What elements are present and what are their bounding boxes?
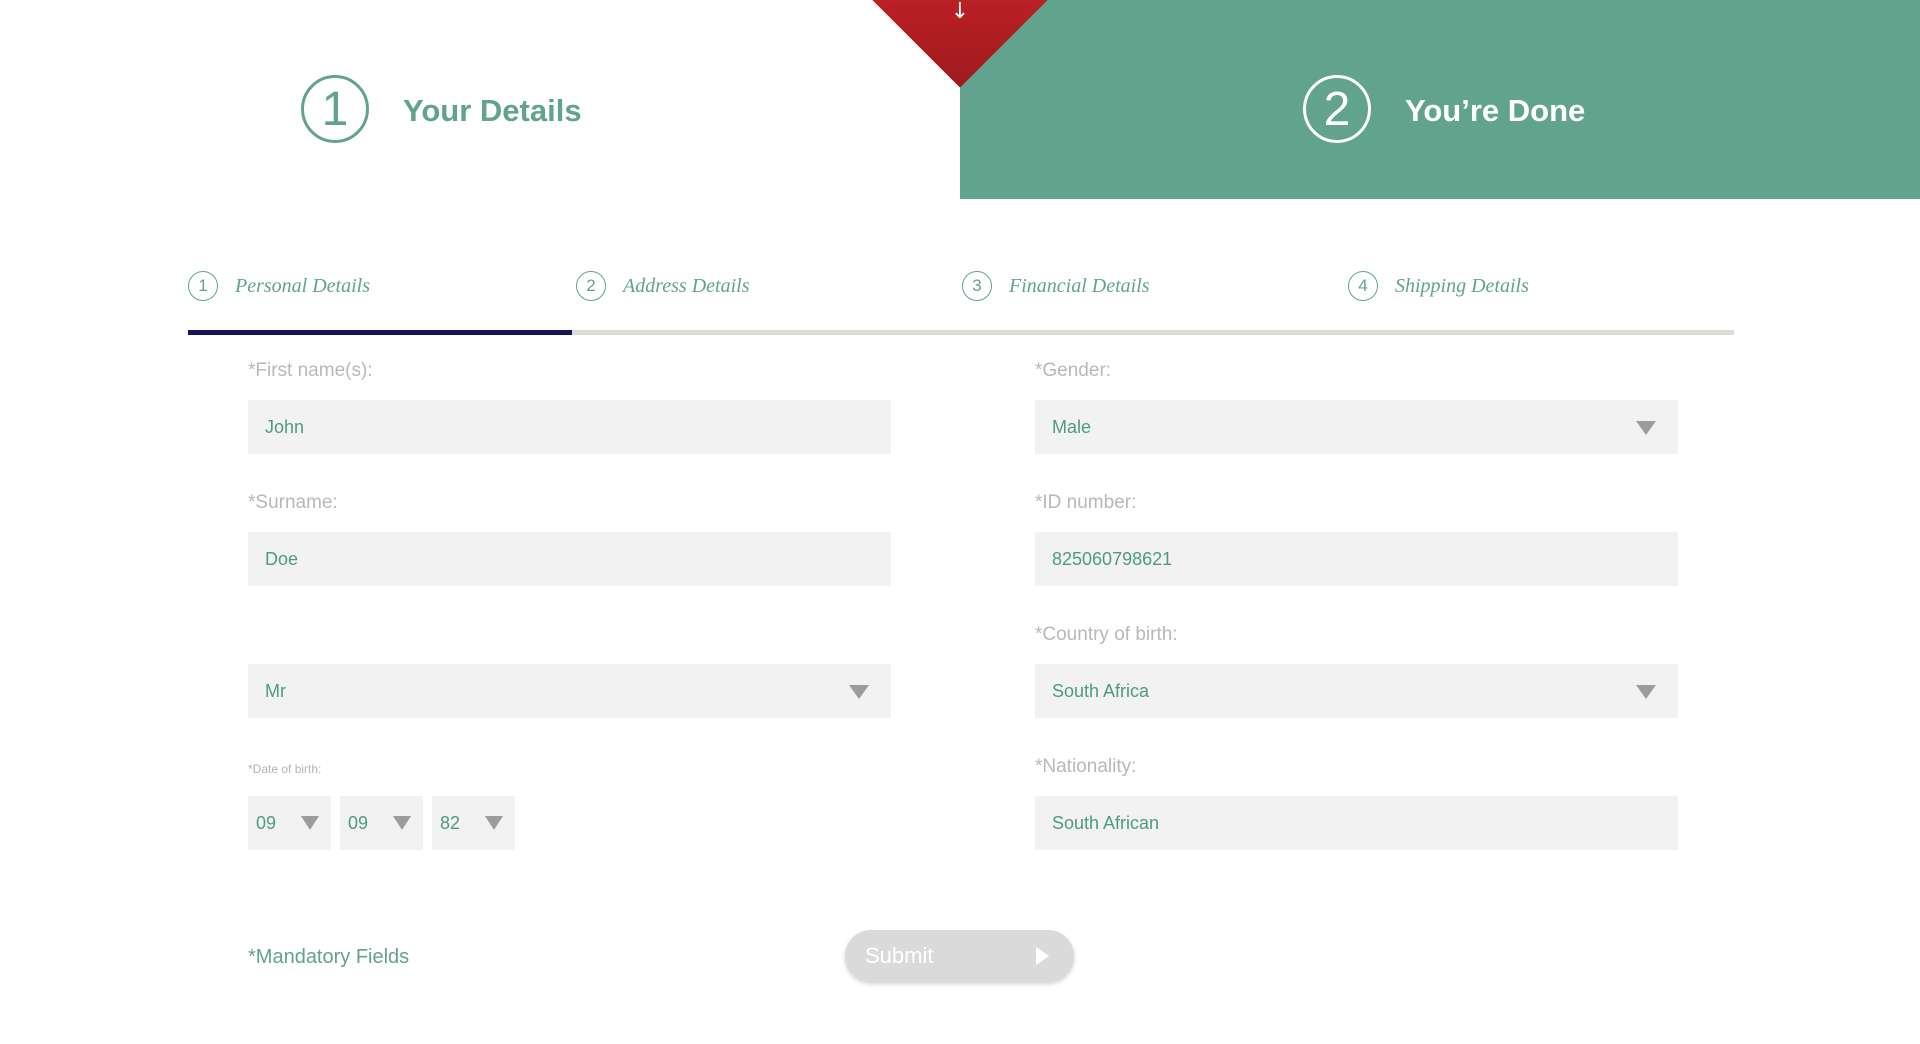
chevron-down-icon [485, 816, 503, 830]
dob-month-select[interactable]: 09 [340, 796, 423, 850]
chevron-down-icon [849, 685, 869, 699]
id-number-label: *ID number: [1035, 492, 1137, 513]
arrow-down-icon: ↓ [950, 0, 970, 24]
tab-number-3: 3 [962, 271, 992, 301]
chevron-down-icon [393, 816, 411, 830]
tab-number-2: 2 [576, 271, 606, 301]
id-number-input[interactable]: 825060798621 [1035, 532, 1678, 586]
play-arrow-icon [1036, 947, 1049, 965]
chevron-down-icon [1636, 685, 1656, 699]
first-name-label: *First name(s): [248, 360, 373, 381]
dob-month-value: 09 [348, 812, 369, 833]
dob-day-select[interactable]: 09 [248, 796, 331, 850]
step-title-your-details: Your Details [403, 93, 582, 128]
mandatory-fields-note: *Mandatory Fields [248, 946, 410, 968]
surname-input[interactable]: Doe [248, 532, 891, 586]
surname-value: Doe [265, 548, 299, 569]
surname-label: *Surname: [248, 492, 338, 513]
tab-financial-details[interactable]: 3 Financial Details [962, 266, 1150, 306]
tab-address-details[interactable]: 2 Address Details [576, 266, 749, 306]
tab-label-address-details: Address Details [623, 274, 750, 297]
tab-personal-details[interactable]: 1 Personal Details [188, 266, 370, 306]
chevron-down-icon [301, 816, 319, 830]
gender-select[interactable]: Male [1035, 400, 1678, 454]
tab-label-personal-details: Personal Details [235, 274, 370, 297]
tab-label-shipping-details: Shipping Details [1395, 274, 1529, 297]
first-name-value: John [265, 416, 305, 437]
nationality-value: South African [1052, 812, 1160, 833]
tab-shipping-details[interactable]: 4 Shipping Details [1348, 266, 1529, 306]
tab-number-4: 4 [1348, 271, 1378, 301]
step-number-2: 2 [1303, 75, 1371, 143]
id-number-value: 825060798621 [1052, 548, 1173, 569]
tab-label-financial-details: Financial Details [1009, 274, 1150, 297]
dob-label: *Date of birth: [248, 762, 322, 776]
detail-tabs: 1 Personal Details 2 Address Details 3 F… [188, 266, 1734, 336]
chevron-down-icon [1636, 421, 1656, 435]
tab-active-indicator [188, 330, 572, 335]
nationality-input[interactable]: South African [1035, 796, 1678, 850]
country-of-birth-label: *Country of birth: [1035, 624, 1178, 645]
submit-button[interactable]: Submit [845, 930, 1074, 982]
gender-value: Male [1052, 416, 1092, 437]
submit-label: Submit [865, 943, 934, 968]
dob-year-select[interactable]: 82 [432, 796, 515, 850]
tab-number-1: 1 [188, 271, 218, 301]
step-title-youre-done: You’re Done [1405, 93, 1586, 128]
nationality-label: *Nationality: [1035, 756, 1137, 777]
dob-year-value: 82 [440, 812, 461, 833]
gender-label: *Gender: [1035, 360, 1112, 381]
first-name-input[interactable]: John [248, 400, 891, 454]
title-select[interactable]: Mr [248, 664, 891, 718]
title-value: Mr [265, 680, 286, 701]
country-of-birth-select[interactable]: South Africa [1035, 664, 1678, 718]
step-number-1: 1 [301, 75, 369, 143]
country-of-birth-value: South Africa [1052, 680, 1150, 701]
dob-day-value: 09 [256, 812, 277, 833]
steps-header: 1 Your Details 2 You’re Done ↓ [0, 0, 1920, 199]
